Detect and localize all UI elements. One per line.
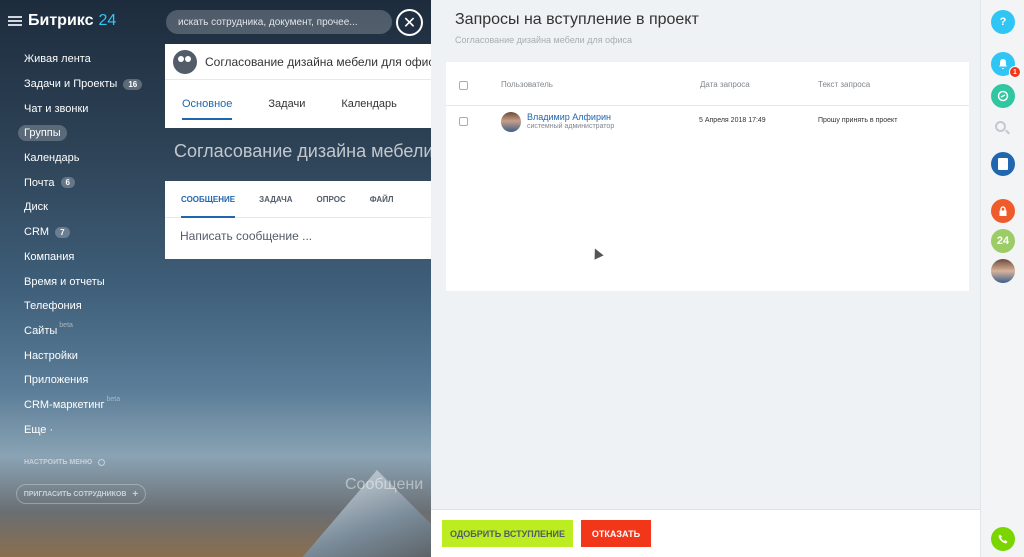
menu-item-label: Сайты (24, 324, 58, 337)
configure-menu-link[interactable]: НАСТРОИТЬ МЕНЮ (24, 459, 106, 466)
menu-item-chat[interactable]: Чат и звонки (16, 96, 161, 121)
counter-badge: 7 (55, 226, 70, 238)
menu-item-tasks[interactable]: Задачи и Проекты 16 (16, 72, 161, 97)
invite-employees-button[interactable]: ПРИГЛАСИТЬ СОТРУДНИКОВ + (16, 484, 146, 504)
menu-item-sites[interactable]: Сайты beta (16, 319, 161, 344)
row-checkbox[interactable] (459, 117, 468, 126)
group-name[interactable]: Согласование дизайна мебели для офиса (205, 55, 431, 69)
menu-item-settings[interactable]: Настройки (16, 343, 161, 368)
chat-icon[interactable] (991, 84, 1015, 108)
avatar[interactable] (991, 259, 1015, 283)
menu-item-label: Приложения (24, 374, 89, 387)
approve-button[interactable]: ОДОБРИТЬ ВСТУПЛЕНИЕ (442, 520, 573, 547)
search-icon[interactable] (995, 121, 1006, 132)
menu-item-label: CRM-маркетинг (24, 398, 105, 411)
left-sidebar: Битрикс 24 Живая лента Задачи и Проекты 1… (0, 0, 165, 557)
user-name-link[interactable]: Владимир Алфирин (527, 112, 611, 122)
menu-item-label: Календарь (24, 152, 80, 165)
menu-item-label: Настройки (24, 349, 78, 362)
gear-icon (98, 459, 106, 466)
select-all-checkbox[interactable] (459, 81, 468, 90)
menu-item-label: Задачи и Проекты (24, 78, 118, 91)
requests-slider-panel: Запросы на вступление в проект Согласова… (431, 0, 980, 557)
group-header-card: Согласование дизайна мебели для офиса Ос… (165, 44, 431, 128)
menu-item-crm-marketing[interactable]: CRM-маркетинг beta (16, 393, 161, 418)
invite-label: ПРИГЛАСИТЬ СОТРУДНИКОВ (23, 490, 127, 498)
menu-item-crm[interactable]: CRM 7 (16, 220, 161, 245)
column-date: Дата запроса (700, 80, 750, 89)
menu-item-label: Компания (24, 250, 75, 263)
tab-tasks[interactable]: Задачи (268, 80, 305, 128)
post-tab-poll[interactable]: ОПРОС (316, 181, 345, 218)
menu-item-label: Телефония (24, 300, 82, 313)
phone-icon[interactable] (991, 527, 1015, 551)
menu-item-more[interactable]: Еще · (16, 417, 161, 442)
menu-item-label: Живая лента (24, 53, 91, 66)
post-tabs: СООБЩЕНИЕ ЗАДАЧА ОПРОС ФАЙЛ (165, 181, 431, 218)
post-tab-file[interactable]: ФАЙЛ (370, 181, 394, 218)
avatar[interactable] (501, 112, 521, 132)
panel-footer: ОДОБРИТЬ ВСТУПЛЕНИЕ ОТКАЗАТЬ (431, 509, 980, 557)
lock-icon[interactable] (991, 199, 1015, 223)
column-user: Пользователь (501, 80, 553, 89)
counter-badge: 16 (123, 78, 143, 90)
menu-item-label: Еще · (24, 423, 54, 436)
group-header: Согласование дизайна мебели для офиса (165, 44, 431, 80)
counter-badge: 6 (60, 177, 75, 189)
logo-text: Битрикс (28, 12, 94, 29)
bitrix24-icon[interactable]: 24 (991, 229, 1015, 253)
page-title: Согласование дизайна мебели для офиса (174, 141, 431, 161)
post-tab-message[interactable]: СООБЩЕНИЕ (181, 181, 236, 218)
search-input[interactable] (166, 10, 392, 34)
post-form-card: СООБЩЕНИЕ ЗАДАЧА ОПРОС ФАЙЛ Написать соо… (165, 181, 431, 259)
beta-label: beta (59, 321, 73, 329)
close-icon: ✕ (402, 14, 417, 32)
main-menu: Живая лента Задачи и Проекты 16 Чат и зво… (16, 47, 161, 442)
tab-calendar[interactable]: Календарь (341, 80, 397, 128)
group-avatar-icon (173, 49, 197, 74)
right-toolbar: ? 1 24 (980, 0, 1024, 557)
panel-subtitle: Согласование дизайна мебели для офиса (455, 35, 633, 45)
help-icon[interactable]: ? (991, 10, 1015, 34)
post-tab-task[interactable]: ЗАДАЧА (259, 181, 292, 218)
menu-item-groups[interactable]: Группы (16, 121, 161, 146)
menu-item-calendar[interactable]: Календарь (16, 146, 161, 171)
background-message-text: Сообщени (345, 476, 424, 493)
logo-number: 24 (98, 12, 117, 29)
table-header: Пользователь Дата запроса Текст запроса (446, 62, 969, 106)
table-row: Владимир Алфирин системный администратор… (446, 107, 969, 147)
menu-item-disk[interactable]: Диск (16, 195, 161, 220)
menu-item-label: Диск (24, 201, 48, 214)
post-message-input[interactable]: Написать сообщение ... (165, 218, 431, 243)
logo[interactable]: Битрикс 24 (8, 12, 116, 30)
requests-table: Пользователь Дата запроса Текст запроса … (446, 62, 969, 291)
menu-item-label: Группы (18, 125, 67, 142)
column-text: Текст запроса (818, 80, 871, 89)
group-tabs: Основное Задачи Календарь (165, 80, 431, 128)
menu-item-telephony[interactable]: Телефония (16, 294, 161, 319)
menu-item-label: Время и отчеты (24, 275, 105, 288)
menu-item-label: Чат и звонки (24, 102, 89, 115)
menu-item-label: CRM (24, 226, 50, 239)
configure-menu-label: НАСТРОИТЬ МЕНЮ (24, 459, 93, 466)
reject-button[interactable]: ОТКАЗАТЬ (581, 520, 651, 547)
plus-icon: + (132, 488, 139, 500)
request-text: Прошу принять в проект (818, 117, 898, 124)
user-position: системный администратор (527, 123, 615, 130)
menu-item-time-reports[interactable]: Время и отчеты (16, 269, 161, 294)
notification-badge: 1 (1009, 66, 1021, 78)
menu-burger-icon[interactable] (8, 16, 22, 26)
menu-item-mail[interactable]: Почта 6 (16, 170, 161, 195)
request-date: 5 Апреля 2018 17:49 (699, 117, 766, 124)
panel-title: Запросы на вступление в проект (455, 11, 699, 28)
menu-item-company[interactable]: Компания (16, 245, 161, 270)
tab-main[interactable]: Основное (182, 80, 233, 128)
beta-label: beta (106, 395, 121, 403)
menu-item-label: Почта (24, 176, 55, 189)
close-slider-button[interactable]: ✕ (396, 9, 423, 36)
menu-item-apps[interactable]: Приложения (16, 368, 161, 393)
document-icon[interactable] (991, 152, 1015, 176)
menu-item-feed[interactable]: Живая лента (16, 47, 161, 72)
